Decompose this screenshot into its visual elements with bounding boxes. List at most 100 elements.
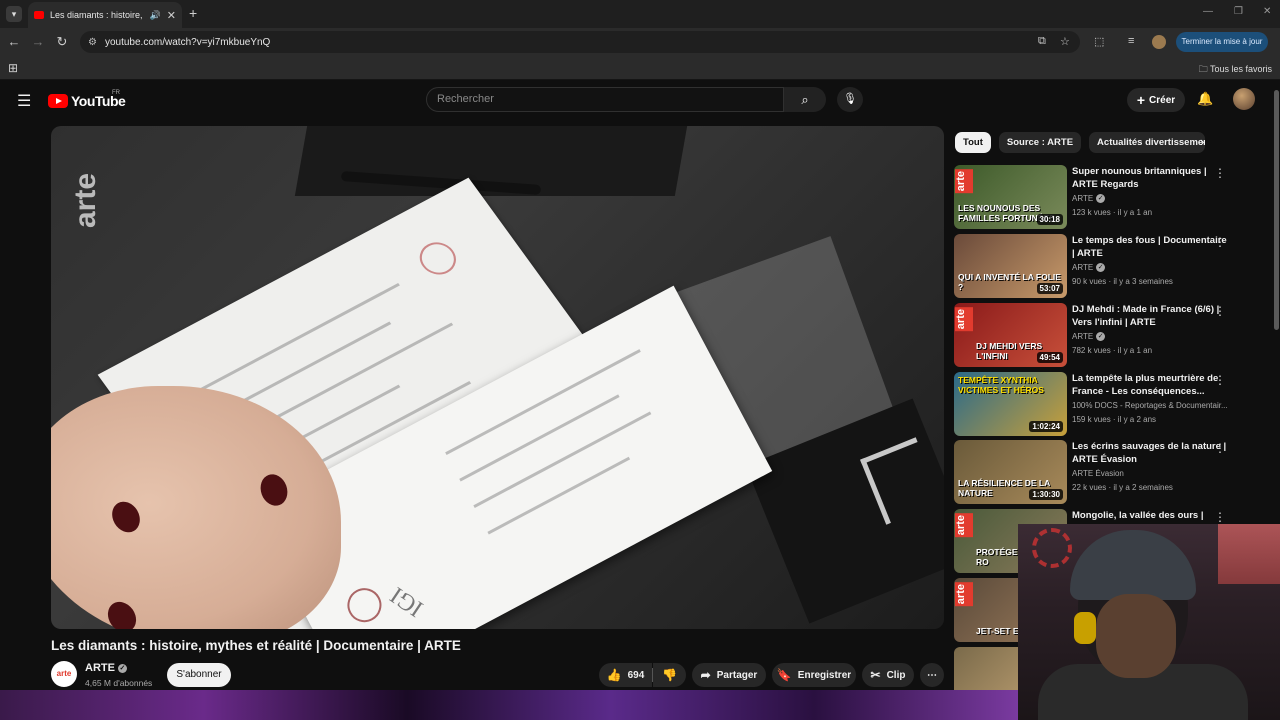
save-button[interactable]: 🔖 Enregistrer	[772, 663, 856, 687]
webcam-overlay	[1018, 524, 1280, 720]
rec-title[interactable]: Mongolie, la vallée des ours |	[1072, 509, 1228, 522]
verified-check-icon: ✓	[117, 663, 127, 673]
profile-avatar[interactable]	[1152, 35, 1166, 49]
create-button[interactable]: + Créer	[1127, 88, 1185, 112]
like-count: 694	[627, 669, 645, 681]
rec-stats: 159 k vues · il y a 2 ans	[1072, 415, 1157, 424]
rec-channel[interactable]: 100% DOCS - Reportages & Documentair...	[1072, 401, 1232, 410]
user-avatar[interactable]	[1233, 88, 1255, 110]
video-thumbnail[interactable]: LA RÉSILIENCE DE LA NATURE 1:30:30	[954, 440, 1067, 504]
rec-title[interactable]: Les écrins sauvages de la nature | ARTE …	[1072, 440, 1228, 466]
spiral-decor	[1032, 528, 1072, 568]
more-vertical-icon[interactable]: ⋮	[1214, 304, 1226, 318]
chip-entertainment-news[interactable]: Actualités divertissement	[1089, 132, 1206, 153]
rec-channel-text: ARTE	[1072, 263, 1094, 272]
filter-chips: Tout Source : ARTE Actualités divertisse…	[955, 132, 1206, 154]
tab-search-menu[interactable]: ▾	[6, 6, 22, 22]
bookmark-star-icon[interactable]: ☆	[1060, 35, 1070, 48]
browser-tab-active[interactable]: Les diamants : histoire, mythes et réali…	[28, 2, 182, 28]
rec-stats: 90 k vues · il y a 3 semaines	[1072, 277, 1173, 286]
recommendation-item[interactable]: QUI A INVENTÉ LA FOLIE ? 53:07 Le temps …	[954, 234, 1274, 298]
rec-channel[interactable]: ARTE ✓	[1072, 263, 1232, 273]
recommendation-item[interactable]: LA RÉSILIENCE DE LA NATURE 1:30:30 Les é…	[954, 440, 1274, 504]
share-label: Partager	[716, 669, 758, 681]
tab-close-icon[interactable]: ✕	[167, 9, 176, 22]
forward-icon[interactable]: →	[30, 34, 46, 49]
arte-watermark: arte	[69, 172, 102, 228]
update-button[interactable]: Terminer la mise à jour	[1176, 32, 1268, 52]
search-button[interactable]: ⌕	[784, 87, 826, 112]
minimize-icon[interactable]: —	[1203, 6, 1213, 17]
share-arrow-icon: ➦	[700, 668, 711, 682]
channel-avatar[interactable]: arte	[51, 661, 77, 687]
voice-search-button[interactable]: 🎙	[837, 87, 863, 112]
video-thumbnail[interactable]: TEMPÊTE XYNTHIA VICTIMES ET HÉROS 1:02:2…	[954, 372, 1067, 436]
background-light	[1218, 524, 1280, 584]
more-vertical-icon[interactable]: ⋮	[1214, 510, 1226, 524]
subscribe-button[interactable]: S'abonner	[167, 663, 231, 687]
recommendation-item[interactable]: arte LES NOUNOUS DES FAMILLES FORTUNÉES …	[954, 165, 1274, 229]
site-info-icon[interactable]: ⚙	[88, 37, 97, 48]
apps-grid-icon[interactable]: ⊞	[8, 61, 18, 75]
person-beanie	[1070, 530, 1196, 600]
arte-badge: arte	[955, 169, 973, 194]
page-scrollbar[interactable]	[1274, 90, 1279, 330]
thumbs-down-icon: 👎	[662, 668, 677, 682]
video-thumbnail[interactable]: arte DJ MEHDI VERS L'INFINI 49:54	[954, 303, 1067, 367]
chevron-right-icon[interactable]: ›	[1200, 134, 1204, 149]
recommendation-item[interactable]: arte DJ MEHDI VERS L'INFINI 49:54 DJ Meh…	[954, 303, 1274, 367]
extensions-icon[interactable]: ⬚	[1094, 35, 1104, 48]
maximize-icon[interactable]: ❐	[1234, 6, 1243, 17]
video-player[interactable]: IGI arte	[51, 126, 944, 629]
menu-icon[interactable]: ☰	[17, 91, 31, 111]
video-thumbnail[interactable]: arte LES NOUNOUS DES FAMILLES FORTUNÉES …	[954, 165, 1067, 229]
arte-badge: arte	[955, 307, 973, 332]
thumbnail-caption: TEMPÊTE XYNTHIA VICTIMES ET HÉROS	[958, 375, 1044, 395]
rec-channel-text: ARTE	[1072, 332, 1094, 341]
dislike-button[interactable]: 👎	[653, 663, 686, 687]
notifications-bell-icon[interactable]: 🔔	[1197, 91, 1213, 107]
new-tab-button[interactable]: +	[189, 5, 197, 21]
address-bar[interactable]: ⚙ youtube.com/watch?v=yi7mkbueYnQ	[80, 31, 1080, 53]
all-bookmarks-link[interactable]: 🗀 Tous les favoris	[1199, 62, 1272, 78]
rec-title[interactable]: DJ Mehdi : Made in France (6/6) | Vers l…	[1072, 303, 1228, 329]
more-vertical-icon[interactable]: ⋮	[1214, 373, 1226, 387]
youtube-favicon-icon	[34, 11, 44, 19]
chip-source-arte[interactable]: Source : ARTE	[998, 132, 1082, 153]
chip-all[interactable]: Tout	[955, 132, 991, 153]
video-thumbnail[interactable]: QUI A INVENTÉ LA FOLIE ? 53:07	[954, 234, 1067, 298]
tab-title: Les diamants : histoire, mythes et réali…	[50, 10, 144, 20]
more-actions-button[interactable]: ⋯	[920, 663, 944, 687]
more-vertical-icon[interactable]: ⋮	[1214, 441, 1226, 455]
save-label: Enregistrer	[797, 669, 852, 681]
rec-stats: 123 k vues · il y a 1 an	[1072, 208, 1153, 217]
search-input[interactable]: Rechercher	[426, 87, 784, 112]
rec-channel-text: ARTE	[1072, 194, 1094, 203]
bookmarks-bar: ⊞ 🗀 Tous les favoris	[0, 56, 1280, 80]
back-icon[interactable]: ←	[6, 34, 22, 49]
rec-channel[interactable]: ARTE ✓	[1072, 332, 1232, 342]
rec-title[interactable]: Super nounous britanniques | ARTE Regard…	[1072, 165, 1228, 191]
reload-icon[interactable]: ↻	[54, 34, 70, 50]
rec-title[interactable]: La tempête la plus meurtrière de France …	[1072, 372, 1228, 398]
recommendation-item[interactable]: TEMPÊTE XYNTHIA VICTIMES ET HÉROS 1:02:2…	[954, 372, 1274, 436]
browser-tabstrip: ▾ Les diamants : histoire, mythes et réa…	[0, 0, 1280, 28]
like-button[interactable]: 👍 694	[599, 663, 652, 687]
channel-name[interactable]: ARTE ✓	[85, 662, 127, 674]
youtube-play-icon	[48, 94, 68, 108]
rec-channel[interactable]: ARTE ✓	[1072, 194, 1232, 204]
person-face	[1096, 594, 1176, 678]
rec-title[interactable]: Le temps des fous | Documentaire | ARTE	[1072, 234, 1228, 260]
bookmark-icon: 🔖	[776, 668, 792, 682]
igi-logo-icon	[341, 582, 388, 629]
more-horizontal-icon: ⋯	[927, 669, 937, 681]
speaker-icon[interactable]: 🔊	[150, 10, 161, 21]
clip-button[interactable]: ✂ Clip	[862, 663, 914, 687]
window-close-icon[interactable]: ✕	[1263, 6, 1271, 17]
more-vertical-icon[interactable]: ⋮	[1214, 235, 1226, 249]
reading-list-icon[interactable]: ≡	[1128, 35, 1134, 47]
rec-channel[interactable]: ARTE Évasion	[1072, 469, 1232, 478]
share-button[interactable]: ➦ Partager	[692, 663, 766, 687]
more-vertical-icon[interactable]: ⋮	[1214, 166, 1226, 180]
install-app-icon[interactable]: ⧉	[1038, 35, 1046, 48]
